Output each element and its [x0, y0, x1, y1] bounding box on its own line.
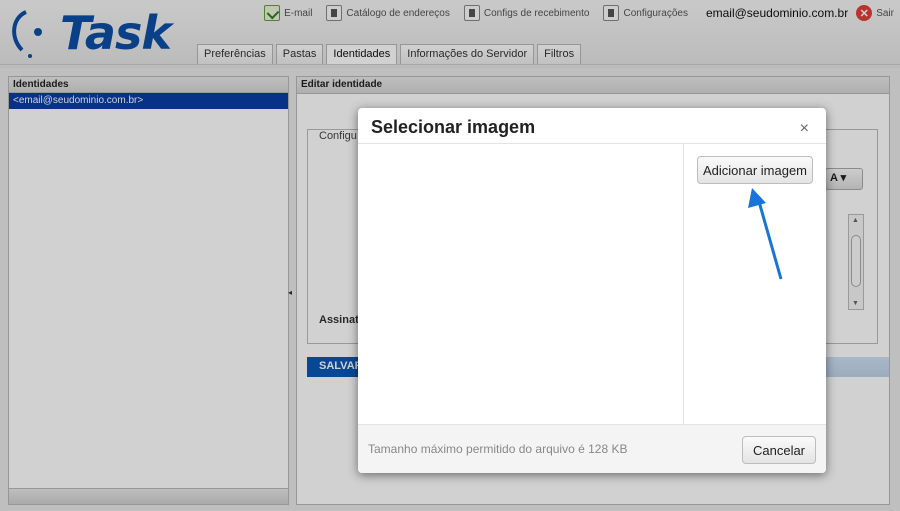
- add-image-button[interactable]: Adicionar imagem: [697, 156, 813, 184]
- dialog-header: Selecionar imagem ×: [358, 108, 826, 144]
- dialog-divider: [683, 144, 684, 424]
- cancel-button[interactable]: Cancelar: [742, 436, 816, 464]
- select-image-dialog: Selecionar imagem × Adicionar imagem Tam…: [358, 108, 826, 473]
- dialog-footer: Tamanho máximo permitido do arquivo é 12…: [358, 424, 826, 473]
- pointer-arrow-icon: [748, 188, 783, 280]
- dialog-title: Selecionar imagem: [371, 117, 536, 137]
- dialog-body: Adicionar imagem: [358, 144, 826, 424]
- file-size-note: Tamanho máximo permitido do arquivo é 12…: [368, 442, 628, 456]
- close-icon[interactable]: ×: [800, 120, 809, 138]
